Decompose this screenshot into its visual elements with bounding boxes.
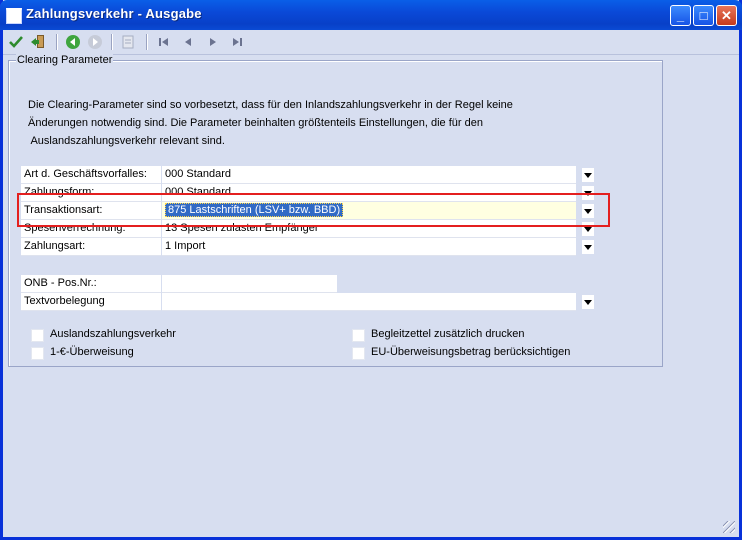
chevron-down-icon[interactable] <box>582 168 594 182</box>
field-label: Zahlungsart: <box>21 238 161 256</box>
check-icon[interactable] <box>7 33 25 51</box>
zahlungsart-select[interactable]: 1 Import <box>162 238 576 256</box>
maximize-icon: □ <box>699 8 708 23</box>
forward-icon[interactable] <box>86 33 104 51</box>
auslandszahlungsverkehr-checkbox[interactable] <box>31 329 44 342</box>
description-line: Die Clearing-Parameter sind so vorbesetz… <box>28 99 513 111</box>
close-button[interactable]: ✕ <box>716 5 737 26</box>
chevron-down-icon[interactable] <box>582 240 594 254</box>
chevron-down-icon[interactable] <box>582 295 594 309</box>
field-label: ONB - Pos.Nr.: <box>21 275 161 293</box>
begleitzettel-checkbox[interactable] <box>352 329 365 342</box>
window-title: Zahlungsverkehr - Ausgabe <box>26 6 202 21</box>
group-legend: Clearing Parameter <box>16 54 114 66</box>
onb-posnr-input[interactable] <box>162 275 337 293</box>
description-text: Die Clearing-Parameter sind so vorbesetz… <box>28 96 548 150</box>
close-icon: ✕ <box>721 7 732 23</box>
toolbar-separator <box>111 34 113 50</box>
next-record-icon[interactable] <box>204 33 222 51</box>
main-window: Zahlungsverkehr - Ausgabe _ □ ✕ Clearing… <box>0 0 742 540</box>
document-icon[interactable] <box>119 33 137 51</box>
toolbar-separator <box>146 34 148 50</box>
art-geschaeftsvorfall-select[interactable]: 000 Standard <box>162 166 576 184</box>
maximize-button[interactable]: □ <box>693 5 714 26</box>
eu-ueberweisungsbetrag-checkbox[interactable] <box>352 347 365 360</box>
highlight-frame <box>17 193 610 227</box>
euro-ueberweisung-checkbox[interactable] <box>31 347 44 360</box>
description-line: Änderungen notwendig sind. Die Parameter… <box>28 117 483 129</box>
exit-icon[interactable] <box>29 33 47 51</box>
checkbox-label: Auslandszahlungsverkehr <box>50 328 176 340</box>
checkbox-label: EU-Überweisungsbetrag berücksichtigen <box>371 346 571 358</box>
toolbar <box>3 30 739 55</box>
resize-grip[interactable] <box>723 521 735 533</box>
textvorbelegung-select[interactable] <box>162 293 576 311</box>
first-record-icon[interactable] <box>155 33 173 51</box>
title-bar[interactable]: Zahlungsverkehr - Ausgabe _ □ ✕ <box>0 0 742 30</box>
description-line: Auslandszahlungsverkehr relevant sind. <box>28 135 225 147</box>
toolbar-separator <box>56 34 58 50</box>
window-icon <box>6 8 22 24</box>
field-label: Art d. Geschäftsvorfalles: <box>21 166 161 184</box>
last-record-icon[interactable] <box>228 33 246 51</box>
minimize-button[interactable]: _ <box>670 5 691 26</box>
checkbox-label: Begleitzettel zusätzlich drucken <box>371 328 525 340</box>
back-icon[interactable] <box>64 33 82 51</box>
field-label: Textvorbelegung <box>21 293 161 311</box>
previous-record-icon[interactable] <box>179 33 197 51</box>
checkbox-label: 1-€-Überweisung <box>50 346 134 358</box>
minimize-icon: _ <box>676 8 685 23</box>
